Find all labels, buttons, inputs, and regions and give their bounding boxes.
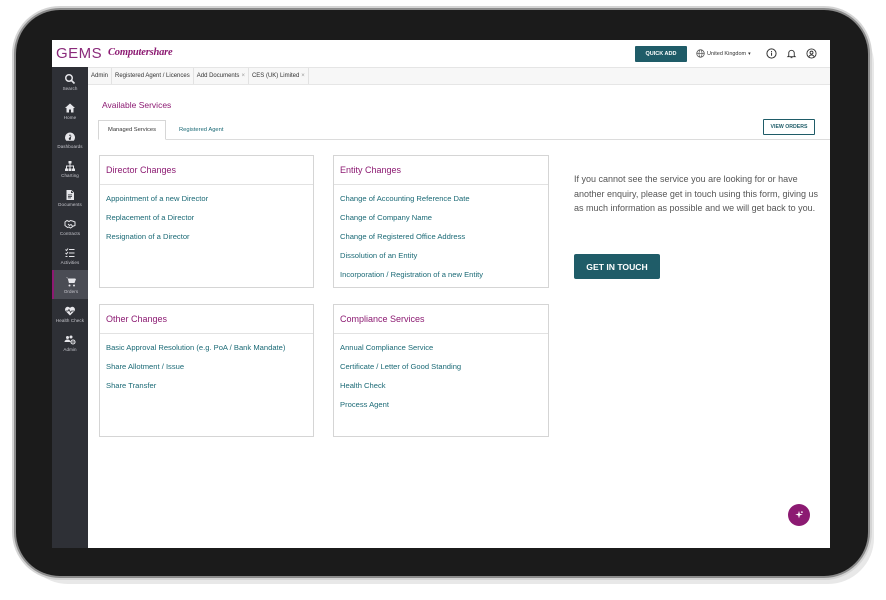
entity-changes-card: Entity Changes Change of Accounting Refe… bbox=[333, 155, 549, 288]
sidebar-item-label: Contracts bbox=[59, 230, 81, 236]
service-link[interactable]: Appointment of a new Director bbox=[106, 194, 307, 204]
region-selector[interactable]: United Kingdom ▾ bbox=[696, 49, 751, 58]
globe-icon bbox=[696, 49, 705, 58]
service-link[interactable]: Share Transfer bbox=[106, 381, 307, 391]
open-tabs-bar: Admin Registered Agent / Licences Add Do… bbox=[88, 68, 830, 85]
director-changes-card: Director Changes Appointment of a new Di… bbox=[99, 155, 314, 288]
checklist-icon bbox=[65, 247, 75, 257]
get-in-touch-button[interactable]: GET IN TOUCH bbox=[574, 254, 660, 279]
tab-label: Admin bbox=[91, 73, 109, 79]
sidebar-item-health-check[interactable]: Health Check bbox=[52, 299, 88, 328]
service-link[interactable]: Health Check bbox=[340, 381, 542, 391]
sidebar-item-home[interactable]: Home bbox=[52, 96, 88, 125]
service-link[interactable]: Certificate / Letter of Good Standing bbox=[340, 362, 542, 372]
close-icon[interactable]: × bbox=[241, 73, 245, 79]
other-changes-card: Other Changes Basic Approval Resolution … bbox=[99, 304, 314, 437]
card-title: Entity Changes bbox=[334, 156, 548, 185]
service-link[interactable]: Incorporation / Registration of a new En… bbox=[340, 270, 542, 280]
chevron-down-icon: ▾ bbox=[748, 50, 751, 57]
sidebar-item-label: Dashboards bbox=[57, 143, 83, 149]
sidebar-item-label: Documents bbox=[58, 201, 82, 207]
page-title: Available Services bbox=[102, 100, 172, 110]
sidebar-item-label: Admin bbox=[63, 346, 77, 352]
compliance-services-card: Compliance Services Annual Compliance Se… bbox=[333, 304, 549, 437]
tab-admin[interactable]: Admin bbox=[88, 68, 113, 84]
sidebar-item-label: Home bbox=[63, 114, 77, 120]
bell-icon[interactable] bbox=[786, 48, 797, 59]
app-screen: GEMS Computershare QUICK ADD United King… bbox=[52, 40, 830, 548]
search-icon bbox=[65, 73, 76, 84]
card-title: Other Changes bbox=[100, 305, 313, 334]
service-link[interactable]: Change of Accounting Reference Date bbox=[340, 194, 542, 204]
card-title: Compliance Services bbox=[334, 305, 548, 334]
tab-add-documents[interactable]: Add Documents × bbox=[194, 68, 249, 84]
tab-label: CES (UK) Limited bbox=[251, 73, 300, 79]
heart-icon bbox=[65, 306, 75, 315]
service-link[interactable]: Annual Compliance Service bbox=[340, 343, 542, 353]
sidebar-item-label: Charting bbox=[61, 172, 79, 178]
service-link[interactable]: Dissolution of an Entity bbox=[340, 251, 542, 261]
card-title: Director Changes bbox=[100, 156, 313, 185]
top-bar: GEMS Computershare QUICK ADD United King… bbox=[52, 40, 830, 68]
sidebar-item-label: Activities bbox=[60, 259, 80, 265]
org-chart-icon bbox=[65, 160, 75, 171]
gems-logo: GEMS bbox=[56, 45, 103, 62]
sidebar-item-admin[interactable]: Admin bbox=[52, 328, 88, 357]
quick-add-button[interactable]: QUICK ADD bbox=[635, 46, 687, 62]
sidebar-item-documents[interactable]: Documents bbox=[52, 183, 88, 212]
sidebar-item-contracts[interactable]: Contracts bbox=[52, 212, 88, 241]
service-link[interactable]: Basic Approval Resolution (e.g. PoA / Ba… bbox=[106, 343, 296, 353]
contact-info-text: If you cannot see the service you are lo… bbox=[574, 174, 818, 214]
tab-label: Registered Agent / Licences bbox=[115, 73, 190, 79]
service-tabs: Managed Services Registered Agent bbox=[98, 120, 830, 140]
tab-ces-uk-limited[interactable]: CES (UK) Limited × bbox=[249, 68, 309, 84]
home-icon bbox=[65, 103, 75, 112]
tab-registered-agent-licences[interactable]: Registered Agent / Licences bbox=[112, 68, 194, 84]
tab-label: Add Documents bbox=[196, 73, 240, 79]
sidebar-item-search[interactable]: Search bbox=[52, 67, 88, 96]
tab-registered-agent[interactable]: Registered Agent bbox=[170, 120, 232, 139]
service-link[interactable]: Change of Company Name bbox=[340, 213, 542, 223]
assistant-fab-button[interactable] bbox=[788, 504, 810, 526]
sidebar-item-label: Orders bbox=[63, 288, 79, 294]
close-icon[interactable]: × bbox=[301, 73, 305, 79]
computershare-logo: Computershare bbox=[108, 47, 173, 58]
document-icon bbox=[66, 189, 74, 200]
service-link[interactable]: Process Agent bbox=[340, 400, 542, 410]
sidebar-item-label: Search bbox=[62, 85, 78, 91]
sidebar-item-charting[interactable]: Charting bbox=[52, 154, 88, 183]
sparkle-icon bbox=[795, 510, 803, 519]
sidebar-item-label: Health Check bbox=[55, 317, 85, 323]
service-link[interactable]: Resignation of a Director bbox=[106, 232, 307, 242]
tab-managed-services[interactable]: Managed Services bbox=[98, 120, 167, 140]
sidebar-item-dashboards[interactable]: Dashboards bbox=[52, 125, 88, 154]
info-icon[interactable] bbox=[766, 48, 777, 59]
dashboard-icon bbox=[65, 132, 75, 141]
view-orders-button[interactable]: VIEW ORDERS bbox=[763, 119, 815, 135]
sidebar-nav: Search Home Dashboards Charting Document… bbox=[52, 67, 88, 548]
region-label: United Kingdom bbox=[707, 50, 747, 57]
service-link[interactable]: Share Allotment / Issue bbox=[106, 362, 307, 372]
sidebar-item-activities[interactable]: Activities bbox=[52, 241, 88, 270]
service-link[interactable]: Replacement of a Director bbox=[106, 213, 307, 223]
cart-icon bbox=[66, 277, 76, 286]
users-gear-icon bbox=[64, 335, 76, 345]
sidebar-item-orders[interactable]: Orders bbox=[52, 270, 88, 299]
user-profile-icon[interactable] bbox=[806, 48, 817, 59]
service-link[interactable]: Change of Registered Office Address bbox=[340, 232, 542, 242]
handshake-icon bbox=[64, 219, 76, 229]
